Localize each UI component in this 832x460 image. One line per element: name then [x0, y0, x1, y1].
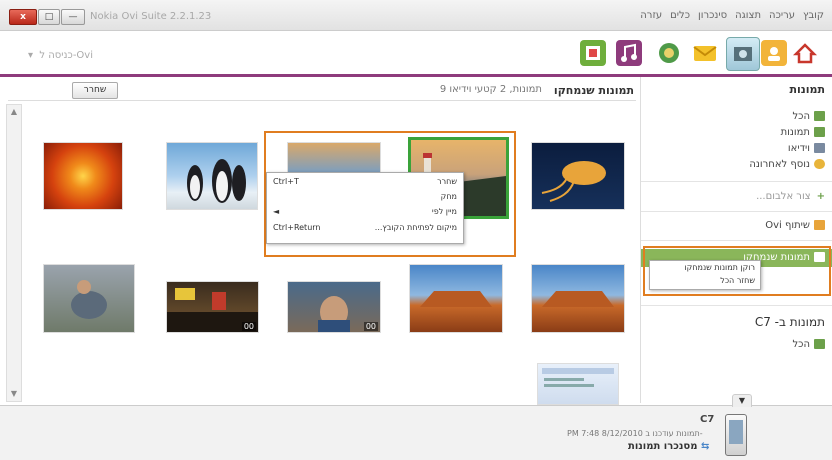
video-duration-badge: 00 [363, 322, 378, 331]
close-button[interactable]: x [9, 9, 37, 25]
photo-screenshot[interactable] [537, 363, 619, 405]
music-icon[interactable] [616, 40, 642, 66]
menu-item-restore[interactable]: שחרר Ctrl+T [273, 177, 457, 192]
scroll-up-icon[interactable]: ▲ [7, 105, 21, 119]
sidebar-item-ovi-share[interactable]: שיתוף Ovi [765, 220, 825, 231]
photo-penguins[interactable] [166, 142, 258, 210]
image-icon [814, 127, 825, 137]
minimize-button[interactable]: — [61, 9, 85, 25]
item-count: 9 תמונות, 2 קטעי וידיאו [439, 84, 542, 95]
menu-bar: קובץ עריכה תצוגה סינכרון כלים עזרה [632, 10, 824, 21]
menu-sync[interactable]: סינכרון [698, 10, 727, 21]
sidebar-divider [641, 305, 832, 306]
submenu-arrow-icon: ◄ [273, 207, 280, 216]
video-duration-badge: 00 [241, 322, 256, 331]
sync-updated-label: תמונות עודכנו ב- [645, 429, 703, 438]
menu-view[interactable]: תצוגה [735, 10, 761, 21]
sidebar-photos-header: תמונות [789, 83, 825, 96]
sync-icon: ⇆ [700, 441, 710, 452]
page-title: תמונות שנמחקו [553, 84, 634, 97]
photo-desert-1[interactable] [409, 264, 503, 333]
scroll-down-icon[interactable]: ▼ [7, 387, 21, 401]
photo-desert-2[interactable] [531, 264, 625, 333]
maps-icon[interactable] [656, 40, 682, 66]
image-icon [814, 339, 825, 349]
maximize-button[interactable]: □ [38, 9, 60, 25]
app-title: Nokia Ovi Suite 2.2.1.23 [90, 11, 212, 22]
release-button[interactable]: שחרר [72, 82, 118, 99]
menu-item-delete[interactable]: מחק [273, 192, 457, 207]
collapse-arrow-icon[interactable]: ▼ [732, 394, 752, 407]
sidebar-item-photos[interactable]: תמונות [781, 127, 825, 138]
title-bar: x □ — Nokia Ovi Suite 2.2.1.23 קובץ עריכה… [0, 0, 832, 31]
contacts-icon[interactable] [761, 40, 787, 66]
video-market[interactable]: 00 [166, 281, 259, 333]
sidebar-divider [641, 211, 832, 212]
menu-tools[interactable]: כלים [670, 10, 690, 21]
video-icon [814, 143, 825, 153]
menu-item-empty-deleted[interactable]: רוקן תמונות שנמחקו [684, 263, 755, 272]
photos-icon[interactable] [726, 37, 760, 71]
sidebar: תמונות הכל תמונות וידיאו נוסף לאחרונה +צ… [640, 77, 832, 403]
phone-device-icon[interactable] [725, 414, 747, 456]
sync-photos-link[interactable]: מסנכרו תמונות ⇆ [628, 441, 709, 452]
sidebar-device-header: תמונות ב- C7 [754, 315, 825, 329]
sidebar-divider [641, 240, 832, 241]
menu-item-sort-by[interactable]: מיין לפי ◄ [273, 207, 457, 222]
messages-icon[interactable] [692, 40, 718, 66]
menu-file[interactable]: קובץ [803, 10, 824, 21]
sidebar-item-videos[interactable]: וידיאו [788, 143, 825, 154]
deleted-context-menu: רוקן תמונות שנמחקו שחזר הכל [649, 260, 761, 290]
clock-icon [814, 159, 825, 169]
ovi-signin-label: כניסה ל-Ovi [39, 50, 93, 61]
menu-edit[interactable]: עריכה [769, 10, 795, 21]
applications-icon[interactable] [580, 40, 606, 66]
photo-context-menu: שחרר Ctrl+T מחק מיין לפי ◄ מיקום לפתיחת הק… [266, 172, 464, 244]
sync-status: PM 7:48 8/12/2010 תמונות עודכנו ב- [567, 429, 703, 438]
header-divider [8, 100, 636, 101]
photo-jellyfish[interactable] [531, 142, 625, 210]
menu-help[interactable]: עזרה [640, 10, 662, 21]
status-bar: ▼ C7 PM 7:48 8/12/2010 תמונות עודכנו ב- … [0, 394, 832, 460]
plus-icon: + [816, 191, 825, 202]
create-album-button[interactable]: +צור אלבום... [756, 191, 825, 202]
chevron-down-icon: ▾ [28, 50, 40, 61]
sidebar-divider [641, 181, 832, 182]
sidebar-item-all[interactable]: הכל [792, 111, 825, 122]
vertical-scrollbar[interactable]: ▲ ▼ [6, 104, 22, 402]
sync-time: PM 7:48 8/12/2010 [567, 429, 643, 438]
sidebar-device-all[interactable]: הכל [792, 339, 825, 350]
home-icon[interactable] [792, 40, 818, 66]
sidebar-item-recent[interactable]: נוסף לאחרונה [749, 159, 825, 170]
share-icon [814, 220, 825, 230]
menu-item-open-location[interactable]: מיקום לפתיחת הקובץ... Ctrl+Return [273, 223, 457, 238]
device-name: C7 [700, 414, 715, 425]
image-icon [814, 111, 825, 121]
ovi-signin-dropdown[interactable]: ▾ כניסה ל-Ovi [28, 50, 93, 61]
menu-item-restore-all[interactable]: שחזר הכל [720, 276, 755, 285]
photo-flower[interactable] [43, 142, 123, 210]
video-person[interactable]: 00 [287, 281, 381, 333]
photo-person-grass[interactable] [43, 264, 135, 333]
